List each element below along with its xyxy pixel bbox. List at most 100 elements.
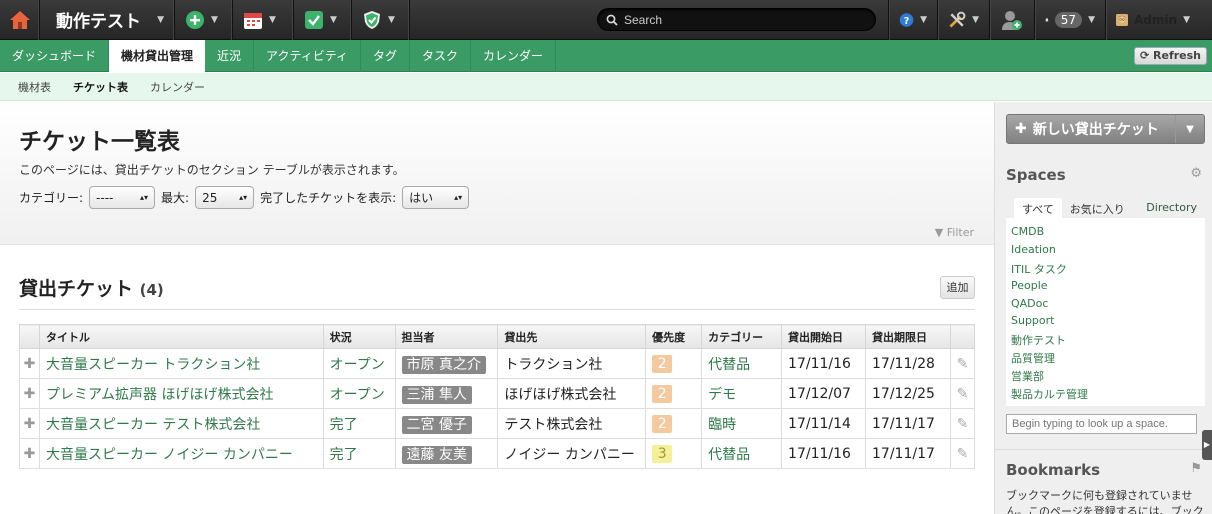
bookmarks-empty-text: ブックマークに何も登録されていません。このページを登録するには、ブック [1006, 489, 1204, 514]
column-header-lendee[interactable]: 貸出先 [497, 324, 647, 349]
max-select[interactable]: 25 ▴▾ [195, 186, 255, 209]
avatar [1116, 13, 1129, 27]
ticket-title-cell: 大音量スピーカー ノイジー カンパニー [38, 438, 324, 469]
space-link-sales[interactable]: 営業部 [1011, 368, 1200, 386]
assignee-badge[interactable]: 二宮 優子 [401, 415, 472, 434]
new-ticket-main[interactable]: ✚ 新しい貸出チケット [1007, 115, 1176, 143]
tab-calendar[interactable]: カレンダー [471, 40, 557, 72]
space-link-people[interactable]: People [1011, 279, 1200, 297]
column-header-start-date[interactable]: 貸出開始日 [781, 324, 866, 349]
space-tab-all[interactable]: すべて [1014, 198, 1062, 220]
space-link-ideation[interactable]: Ideation [1011, 243, 1200, 261]
show-done-select[interactable]: はい ▴▾ [402, 186, 470, 209]
space-link-itil-tasks[interactable]: ITIL タスク [1011, 261, 1200, 279]
ticket-category[interactable]: デモ [708, 387, 736, 403]
space-link-cmdb[interactable]: CMDB [1011, 225, 1200, 243]
subnav-item-equipment-table[interactable]: 機材表 [18, 79, 51, 95]
category-select[interactable]: ---- ▴▾ [89, 186, 156, 209]
space-link-quality-control[interactable]: 品質管理 [1011, 350, 1200, 368]
tab-tasks[interactable]: タスク [410, 40, 472, 72]
ticket-category[interactable]: 代替品 [708, 447, 750, 463]
ticket-title-link[interactable]: 大音量スピーカー テスト株式会社 [46, 417, 260, 433]
assignee-badge[interactable]: 市原 真之介 [401, 355, 486, 374]
column-header-category[interactable]: カテゴリー [701, 324, 783, 349]
subnav-item-calendar[interactable]: カレンダー [150, 79, 205, 95]
table-row: ✚ プレミアム拡声器 ほげほげ株式会社 オープン 三浦 隼人 ほげほげ株式会社 … [19, 378, 976, 409]
space-link-operation-test[interactable]: 動作テスト [1011, 332, 1200, 350]
space-link-qadoc[interactable]: QADoc [1011, 297, 1200, 315]
ticket-status[interactable]: オープン [330, 387, 385, 403]
search-input[interactable] [624, 12, 864, 27]
add-user-button[interactable] [989, 0, 1034, 40]
show-done-filter-label: 完了したチケットを表示: [260, 191, 397, 205]
ticket-status[interactable]: 完了 [330, 447, 358, 463]
expand-icon[interactable]: ✚ [19, 348, 40, 379]
create-menu[interactable]: ▼ [175, 0, 233, 40]
space-tab-favorites[interactable]: お気に入り [1062, 198, 1133, 220]
ticket-start-date: 17/11/16 [781, 348, 866, 379]
ticket-title-link[interactable]: 大音量スピーカー トラクション社 [46, 357, 260, 373]
workspace-switcher[interactable]: 動作テスト ▼ [40, 0, 175, 40]
approvals-menu[interactable]: ▼ [352, 0, 410, 40]
column-header-priority[interactable]: 優先度 [645, 324, 703, 349]
search-icon [606, 14, 618, 26]
space-tabs: すべて お気に入り Directory [1006, 198, 1205, 220]
column-header-status[interactable]: 状況 [322, 324, 396, 349]
ticket-category[interactable]: 代替品 [708, 357, 750, 373]
ticket-title-link[interactable]: プレミアム拡声器 ほげほげ株式会社 [46, 387, 273, 403]
chevron-right-icon[interactable]: ▶ [1202, 430, 1212, 460]
space-link-support[interactable]: Support [1011, 314, 1200, 332]
pencil-icon[interactable]: ✎ [949, 408, 976, 439]
ticket-start-date: 17/12/07 [781, 378, 866, 409]
notifications-menu[interactable]: 57 ▼ [1034, 0, 1105, 40]
chevron-down-icon[interactable]: ▼ [1176, 124, 1204, 135]
calendar-menu[interactable]: ▼ [233, 0, 294, 40]
subnav-item-ticket-table[interactable]: チケット表 [73, 79, 128, 95]
space-search-input[interactable] [1006, 414, 1197, 434]
pencil-icon[interactable]: ✎ [949, 348, 976, 379]
expand-icon[interactable]: ✚ [19, 408, 40, 439]
space-tab-directory[interactable]: Directory [1138, 198, 1205, 220]
tab-dashboard[interactable]: ダッシュボード [0, 40, 110, 72]
column-header-due-date[interactable]: 貸出期限日 [865, 324, 951, 349]
tab-activity[interactable]: アクティビティ [254, 40, 362, 72]
gear-icon[interactable]: ⚙ [1190, 166, 1202, 181]
table-row: ✚ 大音量スピーカー ノイジー カンパニー 完了 遠藤 友美 ノイジー カンパニ… [19, 438, 976, 469]
tab-equipment-lending[interactable]: 機材貸出管理 [109, 40, 206, 72]
add-ticket-button[interactable]: 追加 [940, 276, 975, 299]
help-menu[interactable]: ? ▼ [888, 0, 937, 40]
ticket-table: タイトル 状況 担当者 貸出先 優先度 カテゴリー 貸出開始日 貸出期限日 ✚ … [19, 324, 976, 469]
expand-icon[interactable]: ✚ [19, 378, 40, 409]
ticket-status[interactable]: オープン [330, 357, 385, 373]
assignee-badge[interactable]: 遠藤 友美 [401, 445, 472, 464]
section-divider [19, 309, 975, 310]
assignee-badge[interactable]: 三浦 隼人 [401, 385, 472, 404]
tab-tags[interactable]: タグ [361, 40, 411, 72]
admin-tools-menu[interactable]: ▼ [937, 0, 989, 40]
chevron-down-icon: ▼ [157, 14, 164, 25]
category-filter-label: カテゴリー: [19, 191, 84, 205]
ticket-title-link[interactable]: 大音量スピーカー ノイジー カンパニー [46, 447, 293, 463]
tab-recent[interactable]: 近況 [205, 40, 255, 72]
right-sidebar: ✚ 新しい貸出チケット ▼ Spaces ⚙ すべて お気に入り Directo… [994, 102, 1212, 514]
ticket-status-cell: オープン [322, 378, 396, 409]
home-button[interactable] [0, 0, 40, 40]
space-link-product-chart[interactable]: 製品カルテ管理 [1011, 386, 1200, 404]
column-header-assignee[interactable]: 担当者 [394, 324, 499, 349]
ticket-category[interactable]: 臨時 [708, 417, 736, 433]
global-search[interactable] [597, 8, 876, 31]
user-menu[interactable]: Admin ▼ [1105, 0, 1200, 40]
refresh-button[interactable]: ⟳ Refresh [1133, 47, 1207, 65]
pencil-icon[interactable]: ✎ [949, 378, 976, 409]
ticket-category-cell: 代替品 [701, 438, 783, 469]
column-header-title[interactable]: タイトル [38, 324, 324, 349]
new-ticket-button[interactable]: ✚ 新しい貸出チケット ▼ [1006, 114, 1205, 144]
bookmark-icon[interactable]: ⚑ [1190, 461, 1202, 476]
tasks-menu[interactable]: ▼ [294, 0, 352, 40]
pencil-icon[interactable]: ✎ [949, 438, 976, 469]
filter-toggle[interactable]: ▼ Filter [935, 226, 974, 239]
expand-icon[interactable]: ✚ [19, 438, 40, 469]
ticket-status[interactable]: 完了 [330, 417, 358, 433]
sidebar-divider [995, 449, 1212, 450]
show-done-select-value: はい [409, 191, 434, 205]
